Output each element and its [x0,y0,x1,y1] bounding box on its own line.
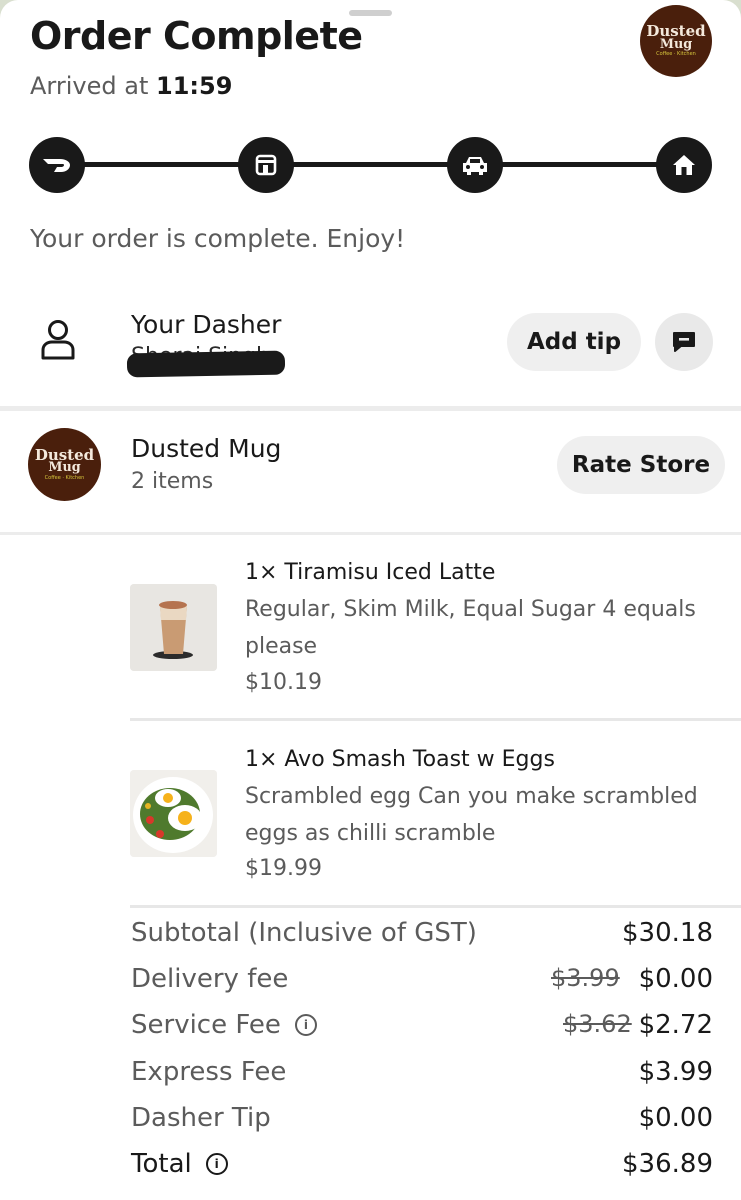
delivery-fee-original: $3.99 [551,964,620,992]
dasher-tip-row: Dasher Tip $0.00 [131,1103,713,1143]
service-fee-original: $3.62 [563,1010,632,1038]
total-value: $36.89 [622,1149,713,1179]
store-logo-tagline: Coffee · Kitchen [656,51,696,58]
dasher-label: Your Dasher [131,310,282,339]
total-label: Total [131,1149,192,1179]
store-icon [238,137,294,193]
item-price: $19.99 [245,856,322,881]
store-avatar-line2: Mug [48,460,81,476]
person-icon [38,318,78,364]
home-icon [656,137,712,193]
service-fee-row: Service Fee i $3.62 $2.72 [131,1010,713,1050]
express-fee-label: Express Fee [131,1057,287,1087]
car-icon [447,137,503,193]
item-price: $10.19 [245,670,322,695]
total-label-group: Total i [131,1149,228,1179]
chat-button[interactable] [655,313,713,371]
subtotal-label: Subtotal (Inclusive of GST) [131,918,477,948]
dasher-icon [29,137,85,193]
dasher-tip-value: $0.00 [638,1103,713,1133]
store-avatar-tagline: Coffee · Kitchen [44,474,85,481]
info-icon[interactable]: i [205,1153,228,1175]
subtotal-row: Subtotal (Inclusive of GST) $30.18 [131,918,713,958]
page-title: Order Complete [30,14,363,58]
service-fee-label: Service Fee [131,1010,281,1040]
item-options: Regular, Skim Milk, Equal Sugar 4 equals… [245,597,696,659]
item-thumbnail-latte [130,584,217,671]
express-fee-value: $3.99 [638,1057,713,1087]
status-message: Your order is complete. Enjoy! [30,224,406,253]
redaction-mark [126,350,286,378]
delivery-fee-value: $0.00 [638,964,713,994]
store-logo-line2: Mug [659,36,693,52]
section-divider [0,532,741,535]
add-tip-button[interactable]: Add tip [507,313,641,371]
arrived-time-value: 11:59 [156,72,233,100]
store-logo[interactable]: Dusted Mug Coffee · Kitchen [640,5,712,77]
delivery-fee-label: Delivery fee [131,964,289,994]
dasher-tip-label: Dasher Tip [131,1103,271,1133]
item-name: 1× Avo Smash Toast w Eggs [245,747,555,772]
chat-icon [673,332,695,352]
order-sheet: Order Complete Arrived at 11:59 Dusted M… [0,0,741,1200]
subtotal-value: $30.18 [622,918,713,948]
service-fee-value: $2.72 [638,1010,713,1040]
rate-store-button[interactable]: Rate Store [557,436,725,494]
store-name: Dusted Mug [131,434,282,463]
arrived-prefix: Arrived at [30,72,149,100]
item-name: 1× Tiramisu Iced Latte [245,560,496,585]
delivery-fee-row: Delivery fee $3.99 $0.00 [131,964,713,1004]
progress-track [57,162,683,167]
service-fee-label-group: Service Fee i [131,1010,317,1040]
item-divider [130,718,741,721]
arrival-time: Arrived at 11:59 [30,72,232,100]
summary-divider [130,905,741,908]
store-item-count: 2 items [131,469,214,494]
store-avatar: Dusted Mug Coffee · Kitchen [28,428,101,501]
express-fee-row: Express Fee $3.99 [131,1057,713,1097]
item-options: Scrambled egg Can you make scrambled egg… [245,784,698,846]
section-divider [0,406,741,411]
info-icon[interactable]: i [294,1014,317,1036]
total-row: Total i $36.89 [131,1149,713,1189]
item-thumbnail-toast [130,770,217,857]
